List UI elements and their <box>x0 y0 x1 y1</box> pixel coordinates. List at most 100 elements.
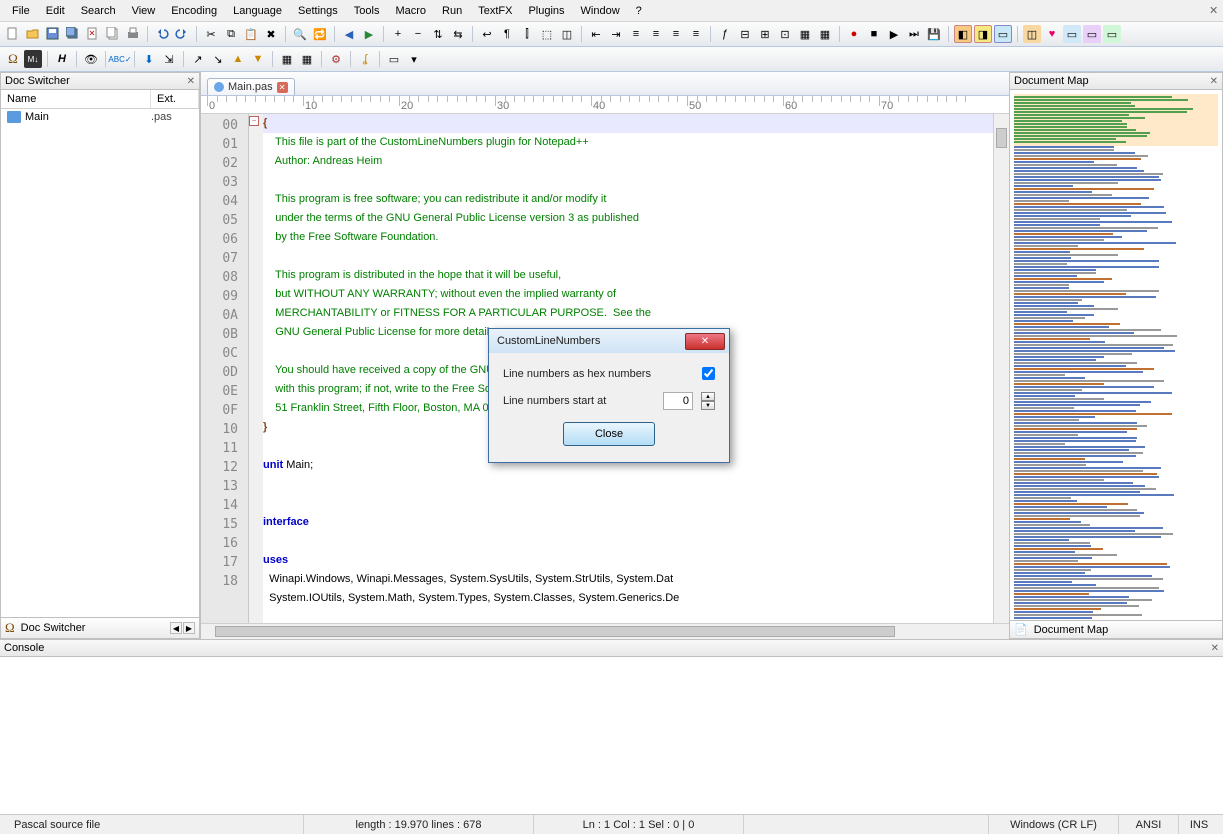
tb2-sort-asc-icon[interactable]: ↗ <box>189 50 207 68</box>
tb2-mark-icon[interactable]: M↓ <box>24 50 42 68</box>
tb2-down-2-icon[interactable]: ▼ <box>249 50 267 68</box>
menu-encoding[interactable]: Encoding <box>163 2 225 20</box>
hex-numbers-checkbox[interactable] <box>702 367 715 380</box>
menu-view[interactable]: View <box>124 2 164 20</box>
tb2-wheel-icon[interactable]: ⚙ <box>327 50 345 68</box>
menu-file[interactable]: File <box>4 2 38 20</box>
sync-h-icon[interactable]: ⇆ <box>449 25 467 43</box>
func-list-icon[interactable]: ƒ <box>716 25 734 43</box>
delete-icon[interactable]: ✖ <box>262 25 280 43</box>
status-eol[interactable]: Windows (CR LF) <box>989 815 1119 834</box>
tb2-h-icon[interactable]: H <box>53 50 71 68</box>
tb2-down-arrow-icon[interactable]: ⬇ <box>140 50 158 68</box>
plugin-4-icon[interactable]: ◫ <box>1023 25 1041 43</box>
paste-icon[interactable]: 📋 <box>242 25 260 43</box>
close-file-icon[interactable] <box>84 25 102 43</box>
window-close-icon[interactable]: ✕ <box>1201 1 1219 20</box>
tb2-abc-icon[interactable]: ABC✓ <box>111 50 129 68</box>
new-file-icon[interactable] <box>4 25 22 43</box>
nav-fwd-icon[interactable]: ▶ <box>360 25 378 43</box>
tb2-hook-icon[interactable]: ʆ <box>356 50 374 68</box>
stop-icon[interactable]: ■ <box>865 25 883 43</box>
extra-2-icon[interactable]: ▦ <box>816 25 834 43</box>
console-close-icon[interactable]: ✕ <box>1211 643 1219 654</box>
tab-close-icon[interactable]: ✕ <box>277 82 288 93</box>
spinner-down-icon[interactable]: ▼ <box>701 401 715 410</box>
docmap-tab[interactable]: Document Map <box>1034 624 1109 636</box>
plugin-6-icon[interactable]: ▭ <box>1063 25 1081 43</box>
zoom-in-icon[interactable]: + <box>389 25 407 43</box>
spinner-up-icon[interactable]: ▲ <box>701 392 715 401</box>
tb2-up-2-icon[interactable]: ▲ <box>229 50 247 68</box>
unfold-all-icon[interactable]: ⊞ <box>756 25 774 43</box>
tb2-box-icon[interactable]: ▭ <box>385 50 403 68</box>
plugin-2-icon[interactable]: ◨ <box>974 25 992 43</box>
dialog-close-icon[interactable]: ✕ <box>685 333 725 350</box>
copy-icon[interactable]: ⧉ <box>222 25 240 43</box>
menu-run[interactable]: Run <box>434 2 470 20</box>
plugin-7-icon[interactable]: ▭ <box>1083 25 1101 43</box>
plugin-3-icon[interactable]: ▭ <box>994 25 1012 43</box>
tb2-more-icon[interactable]: ▾ <box>405 50 423 68</box>
menu-textfx[interactable]: TextFX <box>470 2 520 20</box>
fold-all-icon[interactable]: ⊟ <box>736 25 754 43</box>
menu-settings[interactable]: Settings <box>290 2 346 20</box>
menu-plugins[interactable]: Plugins <box>520 2 572 20</box>
comment-1-icon[interactable]: ≡ <box>627 25 645 43</box>
menu-language[interactable]: Language <box>225 2 290 20</box>
console-body[interactable] <box>0 657 1223 814</box>
record-icon[interactable]: ● <box>845 25 863 43</box>
menu-tools[interactable]: Tools <box>346 2 388 20</box>
tb2-doc-arrow-icon[interactable]: ⇲ <box>160 50 178 68</box>
tb2-eye-icon[interactable]: 👁 <box>82 50 100 68</box>
tab-main-pas[interactable]: Main.pas ✕ <box>207 78 295 95</box>
save-icon[interactable] <box>44 25 62 43</box>
horizontal-scrollbar[interactable] <box>201 623 1009 639</box>
tab-scroll-left-icon[interactable]: ◀ <box>170 622 182 634</box>
comment-2-icon[interactable]: ≡ <box>647 25 665 43</box>
show-all-icon[interactable]: ¶ <box>498 25 516 43</box>
indent-guide-icon[interactable]: ⫿ <box>518 25 536 43</box>
comment-3-icon[interactable]: ≡ <box>667 25 685 43</box>
doc-map-icon[interactable]: ◫ <box>558 25 576 43</box>
sync-v-icon[interactable]: ⇅ <box>429 25 447 43</box>
docswitcher-close-icon[interactable]: ✕ <box>187 76 195 87</box>
omega-icon[interactable]: Ω <box>5 620 15 636</box>
find-icon[interactable]: 🔍 <box>291 25 309 43</box>
docmap-minimap[interactable] <box>1010 90 1222 620</box>
play-multi-icon[interactable]: ⏭ <box>905 25 923 43</box>
comment-4-icon[interactable]: ≡ <box>687 25 705 43</box>
vertical-scrollbar[interactable] <box>993 114 1009 623</box>
menu-edit[interactable]: Edit <box>38 2 73 20</box>
close-button[interactable]: Close <box>563 422 655 446</box>
tb2-sort-desc-icon[interactable]: ↘ <box>209 50 227 68</box>
menu-search[interactable]: Search <box>73 2 124 20</box>
docmap-tab-icon[interactable]: 📄 <box>1014 623 1028 636</box>
open-file-icon[interactable] <box>24 25 42 43</box>
docmap-close-icon[interactable]: ✕ <box>1210 76 1218 87</box>
menu-help[interactable]: ? <box>628 2 650 20</box>
fold-collapse-icon[interactable]: − <box>249 116 259 126</box>
replace-icon[interactable]: 🔁 <box>311 25 329 43</box>
docswitcher-tab[interactable]: Doc Switcher <box>21 622 86 634</box>
tab-scroll-right-icon[interactable]: ▶ <box>183 622 195 634</box>
extra-1-icon[interactable]: ▦ <box>796 25 814 43</box>
col-name[interactable]: Name <box>1 90 151 108</box>
undo-icon[interactable] <box>153 25 171 43</box>
zoom-out-icon[interactable]: − <box>409 25 427 43</box>
lang-ud-icon[interactable]: ⬚ <box>538 25 556 43</box>
docswitcher-row[interactable]: Main .pas <box>1 109 199 125</box>
status-encoding[interactable]: ANSI <box>1119 815 1179 834</box>
nav-back-icon[interactable]: ◀ <box>340 25 358 43</box>
tb2-table-2-icon[interactable]: ▦ <box>298 50 316 68</box>
close-all-icon[interactable] <box>104 25 122 43</box>
dialog-title-bar[interactable]: CustomLineNumbers ✕ <box>489 329 729 353</box>
menu-macro[interactable]: Macro <box>387 2 434 20</box>
indent-left-icon[interactable]: ⇤ <box>587 25 605 43</box>
cut-icon[interactable]: ✂ <box>202 25 220 43</box>
plugin-5-icon[interactable]: ♥ <box>1043 25 1061 43</box>
indent-right-icon[interactable]: ⇥ <box>607 25 625 43</box>
print-icon[interactable] <box>124 25 142 43</box>
plugin-1-icon[interactable]: ◧ <box>954 25 972 43</box>
tb2-omega-icon[interactable]: Ω <box>4 50 22 68</box>
